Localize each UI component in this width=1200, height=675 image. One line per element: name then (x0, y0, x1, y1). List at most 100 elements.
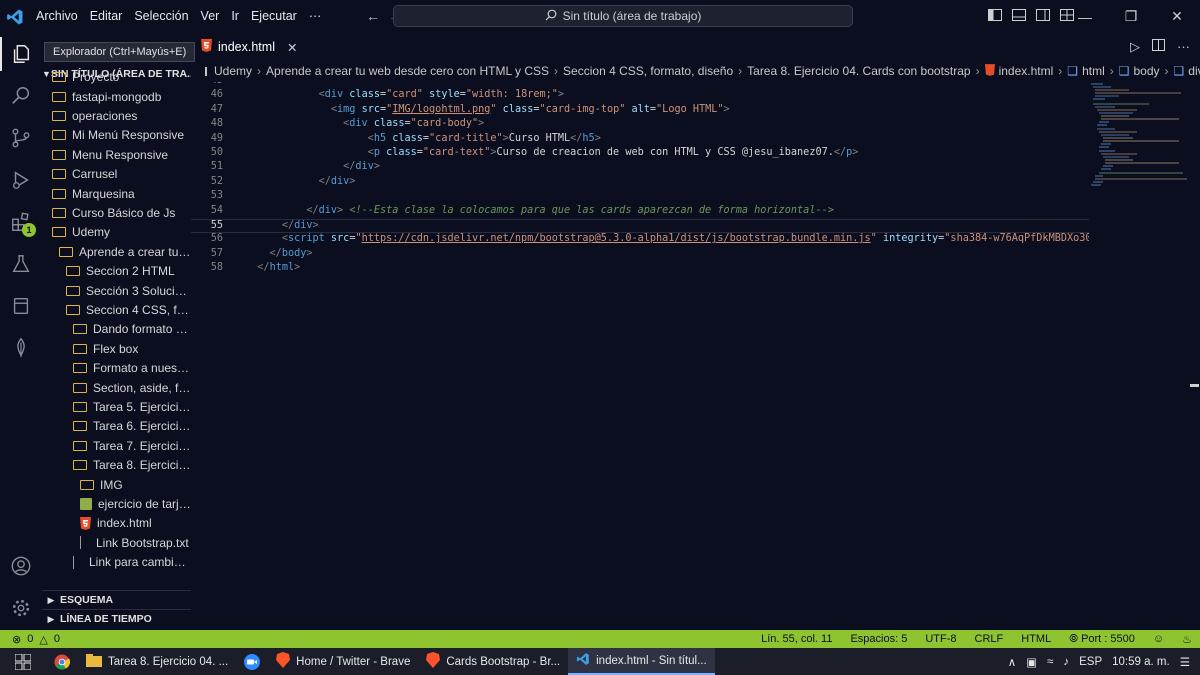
code-line[interactable]: 58 </html> (191, 262, 1089, 276)
chrome-icon[interactable] (46, 648, 78, 675)
tree-item[interactable]: Aprende a crear tu ... (42, 242, 191, 261)
tree-item[interactable]: Formato a nuestr... (42, 359, 191, 378)
tree-item[interactable]: operaciones (42, 106, 191, 125)
toggle-sidebar-icon[interactable] (988, 9, 1002, 24)
breadcrumb-item[interactable]: Udemy (214, 64, 252, 78)
settings-gear-icon[interactable] (0, 587, 42, 629)
zoom-icon[interactable] (236, 648, 268, 675)
tree-item[interactable]: Tarea 5. Ejercicio ... (42, 397, 191, 416)
back-arrow-icon[interactable]: ← (366, 8, 380, 24)
breadcrumb-item[interactable]: div.container (1188, 64, 1200, 78)
close-window-icon[interactable]: ✕ (1154, 8, 1200, 25)
breadcrumb-item[interactable]: Seccion 4 CSS, formato, diseño (563, 64, 733, 78)
minimize-icon[interactable]: — (1062, 9, 1108, 25)
remote-explorer-icon[interactable] (0, 285, 42, 327)
run-debug-icon[interactable] (0, 159, 42, 201)
breadcrumb-item[interactable]: Aprende a crear tu web desde cero con HT… (266, 64, 549, 78)
line-endings[interactable]: CRLF (975, 633, 1004, 645)
accounts-icon[interactable] (0, 545, 42, 587)
tree-item[interactable]: Tarea 8. Ejercicio ... (42, 456, 191, 475)
notifications-bell-icon[interactable]: ♨ (1182, 633, 1192, 646)
volume-icon[interactable]: ♪ (1063, 656, 1069, 668)
code-line[interactable]: 52 </div> (191, 176, 1089, 190)
timeline-section[interactable]: ▶ LÍNEA DE TIEMPO (42, 609, 191, 628)
tree-item[interactable]: Link Bootstrap.txt (42, 533, 191, 552)
code-line[interactable]: 48 <div class="card-body"> (191, 118, 1089, 132)
tree-item[interactable]: Carrusel (42, 165, 191, 184)
cursor-position[interactable]: Lín. 55, col. 11 (761, 633, 832, 645)
tree-item[interactable]: Link para cambiar... (42, 553, 191, 572)
tree-item[interactable]: Seccion 4 CSS, for... (42, 300, 191, 319)
code-line[interactable]: 49 <h5 class="card-title">Curso HTML</h5… (191, 133, 1089, 147)
problems-indicator[interactable]: ⊗ 0 △ 0 (0, 633, 60, 646)
code-line[interactable]: 50 <p class="card-text">Curso de creacio… (191, 147, 1089, 161)
outline-section[interactable]: ▶ ESQUEMA (42, 590, 191, 609)
indentation[interactable]: Espacios: 5 (850, 633, 907, 645)
source-control-icon[interactable] (0, 117, 42, 159)
menu-more[interactable]: ··· (303, 0, 328, 33)
menu-ver[interactable]: Ver (195, 0, 226, 33)
breadcrumb-item[interactable]: Tarea 8. Ejercicio 04. Cards con bootstr… (747, 64, 970, 78)
notifications-icon[interactable]: ☰ (1180, 655, 1190, 669)
code-line[interactable]: 51 </div> (191, 161, 1089, 175)
toggle-panel-icon[interactable] (1012, 9, 1026, 24)
breadcrumb-item[interactable]: html (1082, 64, 1105, 78)
tree-item[interactable]: ejercicio de tarje... (42, 494, 191, 513)
clock[interactable]: 10:59 a. m. (1112, 656, 1170, 668)
tree-item[interactable]: Seccion 2 HTML (42, 262, 191, 281)
search-activity-icon[interactable] (0, 75, 42, 117)
code-line[interactable]: 55 </div> (191, 219, 1089, 234)
tree-item[interactable]: Tarea 6. Ejercicio ... (42, 417, 191, 436)
taskbar-brave-twitter[interactable]: Home / Twitter - Brave (268, 648, 418, 675)
breadcrumb-item[interactable]: body (1134, 64, 1160, 78)
code-line[interactable]: 57 </body> (191, 248, 1089, 262)
menu-seleccion[interactable]: Selección (128, 0, 194, 33)
tree-item[interactable]: Menu Responsive (42, 145, 191, 164)
tree-item[interactable]: Proyecto (42, 68, 191, 87)
code-line[interactable]: 47 <img src="IMG/logohtml.png" class="ca… (191, 104, 1089, 118)
live-server-port[interactable]: ⦾ Port : 5500 (1069, 633, 1135, 646)
tree-item[interactable]: Dando formato a ... (42, 320, 191, 339)
extensions-icon[interactable]: 1 (0, 201, 42, 243)
language-mode[interactable]: HTML (1021, 633, 1051, 645)
taskbar-vscode[interactable]: index.html - Sin títul... (568, 648, 715, 675)
menu-archivo[interactable]: Archivo (30, 0, 84, 33)
menu-editar[interactable]: Editar (84, 0, 129, 33)
tab-index-html[interactable]: index.html ✕ (191, 33, 301, 60)
breadcrumb-item[interactable]: index.html (999, 64, 1054, 78)
toggle-secondary-sidebar-icon[interactable] (1036, 9, 1050, 24)
tree-item[interactable]: Tarea 7. Ejercicio ... (42, 436, 191, 455)
restore-icon[interactable]: ❐ (1108, 8, 1154, 25)
taskbar-brave-cards[interactable]: Cards Bootstrap - Br... (418, 648, 568, 675)
code-line[interactable]: 56 <script src="https://cdn.jsdelivr.net… (191, 233, 1089, 247)
tree-item[interactable]: IMG (42, 475, 191, 494)
code-editor[interactable]: 4546 <div class="card" style="width: 18r… (191, 82, 1089, 630)
start-windows-icon[interactable] (0, 648, 46, 675)
tree-item[interactable]: Flex box (42, 339, 191, 358)
code-line[interactable]: 54 </div> <!--Esta clase la colocamos pa… (191, 205, 1089, 219)
split-editor-icon[interactable] (1152, 39, 1165, 54)
tree-item[interactable]: Section, aside, fo... (42, 378, 191, 397)
code-line[interactable]: 45 (191, 82, 1089, 89)
display-icon[interactable]: ▣ (1026, 655, 1037, 669)
input-language[interactable]: ESP (1079, 656, 1102, 668)
taskbar-explorer-window[interactable]: Tarea 8. Ejercicio 04. ... (78, 648, 236, 675)
menu-ir[interactable]: Ir (225, 0, 245, 33)
tray-chevron-up-icon[interactable]: ∧ (1008, 655, 1016, 669)
code-line[interactable]: 46 <div class="card" style="width: 18rem… (191, 89, 1089, 103)
wifi-icon[interactable]: ≈ (1047, 656, 1053, 668)
minimap[interactable] (1089, 82, 1189, 630)
menu-ejecutar[interactable]: Ejecutar (245, 0, 303, 33)
tree-item[interactable]: fastapi-mongodb (42, 87, 191, 106)
run-icon[interactable]: ▷ (1130, 39, 1140, 55)
more-actions-icon[interactable]: ··· (1177, 39, 1190, 54)
tree-item[interactable]: Mi Menú Responsive (42, 126, 191, 145)
vertical-scrollbar[interactable] (1189, 82, 1200, 630)
code-line[interactable]: 53 (191, 190, 1089, 204)
tree-item[interactable]: Curso Básico de Js (42, 203, 191, 222)
command-center[interactable]: Sin título (área de trabajo) (393, 5, 853, 27)
encoding[interactable]: UTF-8 (925, 633, 956, 645)
testing-flask-icon[interactable] (0, 243, 42, 285)
mongodb-leaf-icon[interactable] (0, 327, 42, 369)
tree-item[interactable]: index.html (42, 514, 191, 533)
